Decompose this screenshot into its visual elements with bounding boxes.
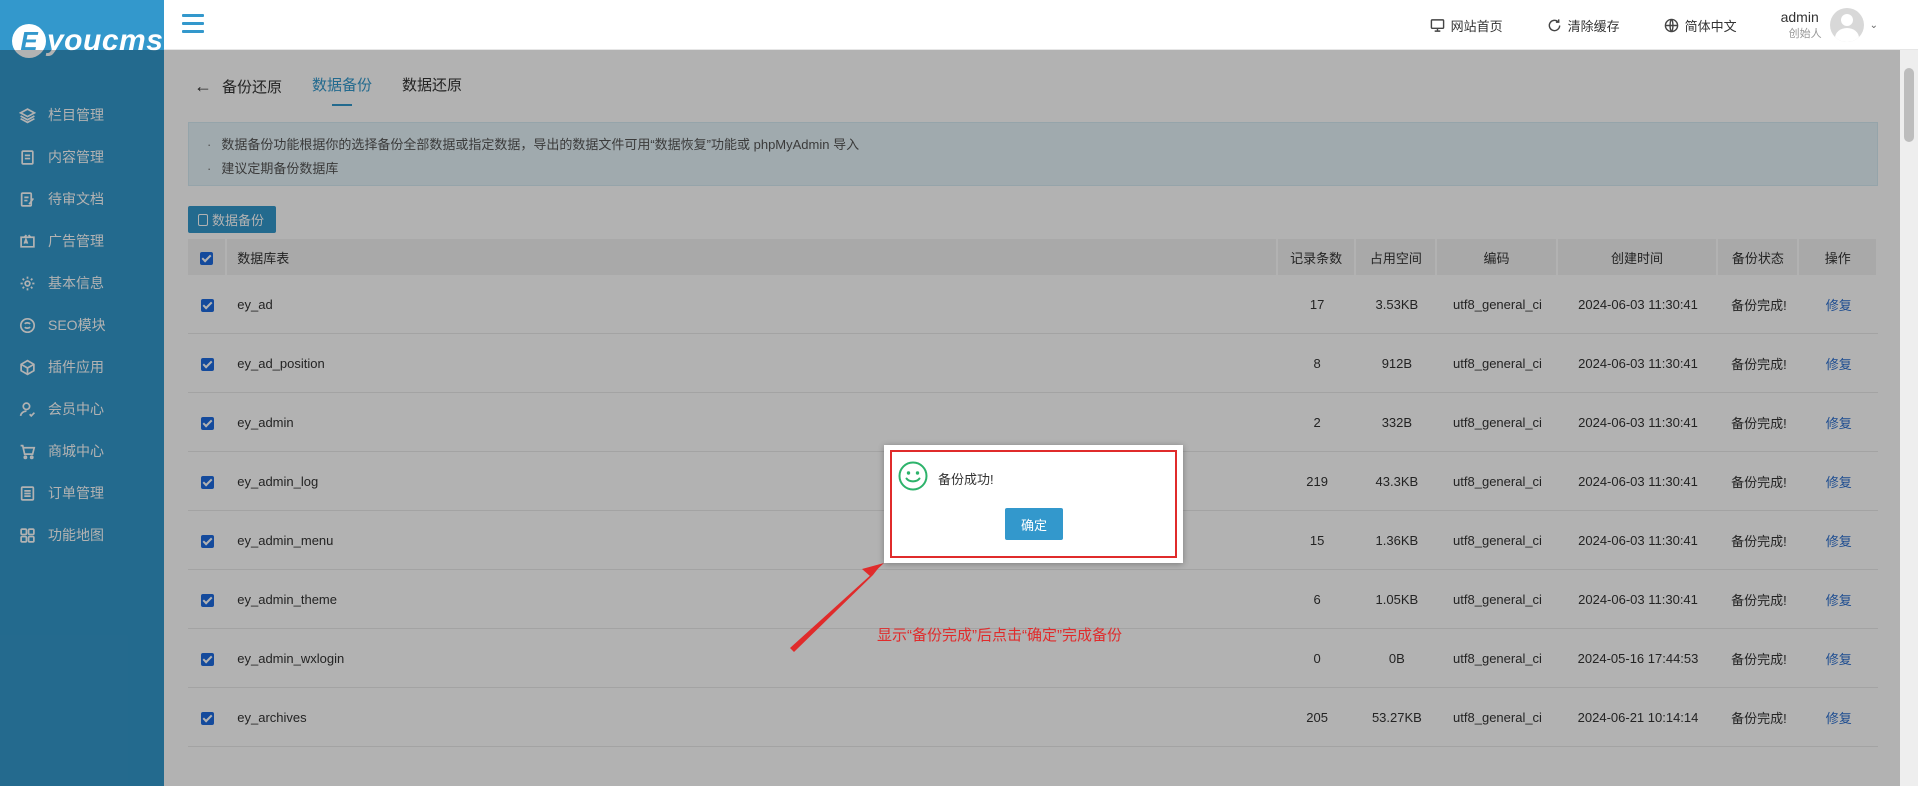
- smile-icon: [898, 461, 928, 491]
- user-menu[interactable]: admin 创始人 ⌄: [1781, 8, 1878, 42]
- chevron-down-icon: ⌄: [1869, 19, 1878, 31]
- refresh-icon: [1548, 18, 1560, 31]
- vertical-scrollbar[interactable]: [1900, 50, 1918, 786]
- language-label: 简体中文: [1684, 18, 1737, 34]
- success-dialog: 备份成功! 确定: [884, 445, 1183, 563]
- clear-cache-link[interactable]: 清除缓存: [1547, 16, 1620, 35]
- globe-icon: [1664, 18, 1678, 32]
- site-home-link[interactable]: 网站首页: [1430, 16, 1503, 35]
- user-role: 创始人: [1788, 28, 1822, 40]
- monitor-icon: [1430, 18, 1444, 32]
- avatar: [1829, 8, 1864, 42]
- clear-cache-label: 清除缓存: [1567, 18, 1620, 34]
- annotation-text: 显示“备份完成”后点击“确定”完成备份: [877, 627, 1122, 644]
- topbar: 网站首页 清除缓存 简体中文 admin 创始人 ⌄: [164, 0, 1918, 50]
- menu-toggle-icon[interactable]: [182, 14, 204, 34]
- dialog-message: 备份成功!: [938, 472, 994, 487]
- language-link[interactable]: 简体中文: [1664, 16, 1737, 35]
- site-home-label: 网站首页: [1450, 18, 1503, 34]
- scrollbar-thumb[interactable]: [1904, 68, 1914, 142]
- confirm-button[interactable]: 确定: [1005, 508, 1063, 540]
- user-name: admin: [1780, 9, 1819, 25]
- modal-overlay: [0, 50, 1900, 786]
- dialog-highlight-box: [890, 450, 1177, 558]
